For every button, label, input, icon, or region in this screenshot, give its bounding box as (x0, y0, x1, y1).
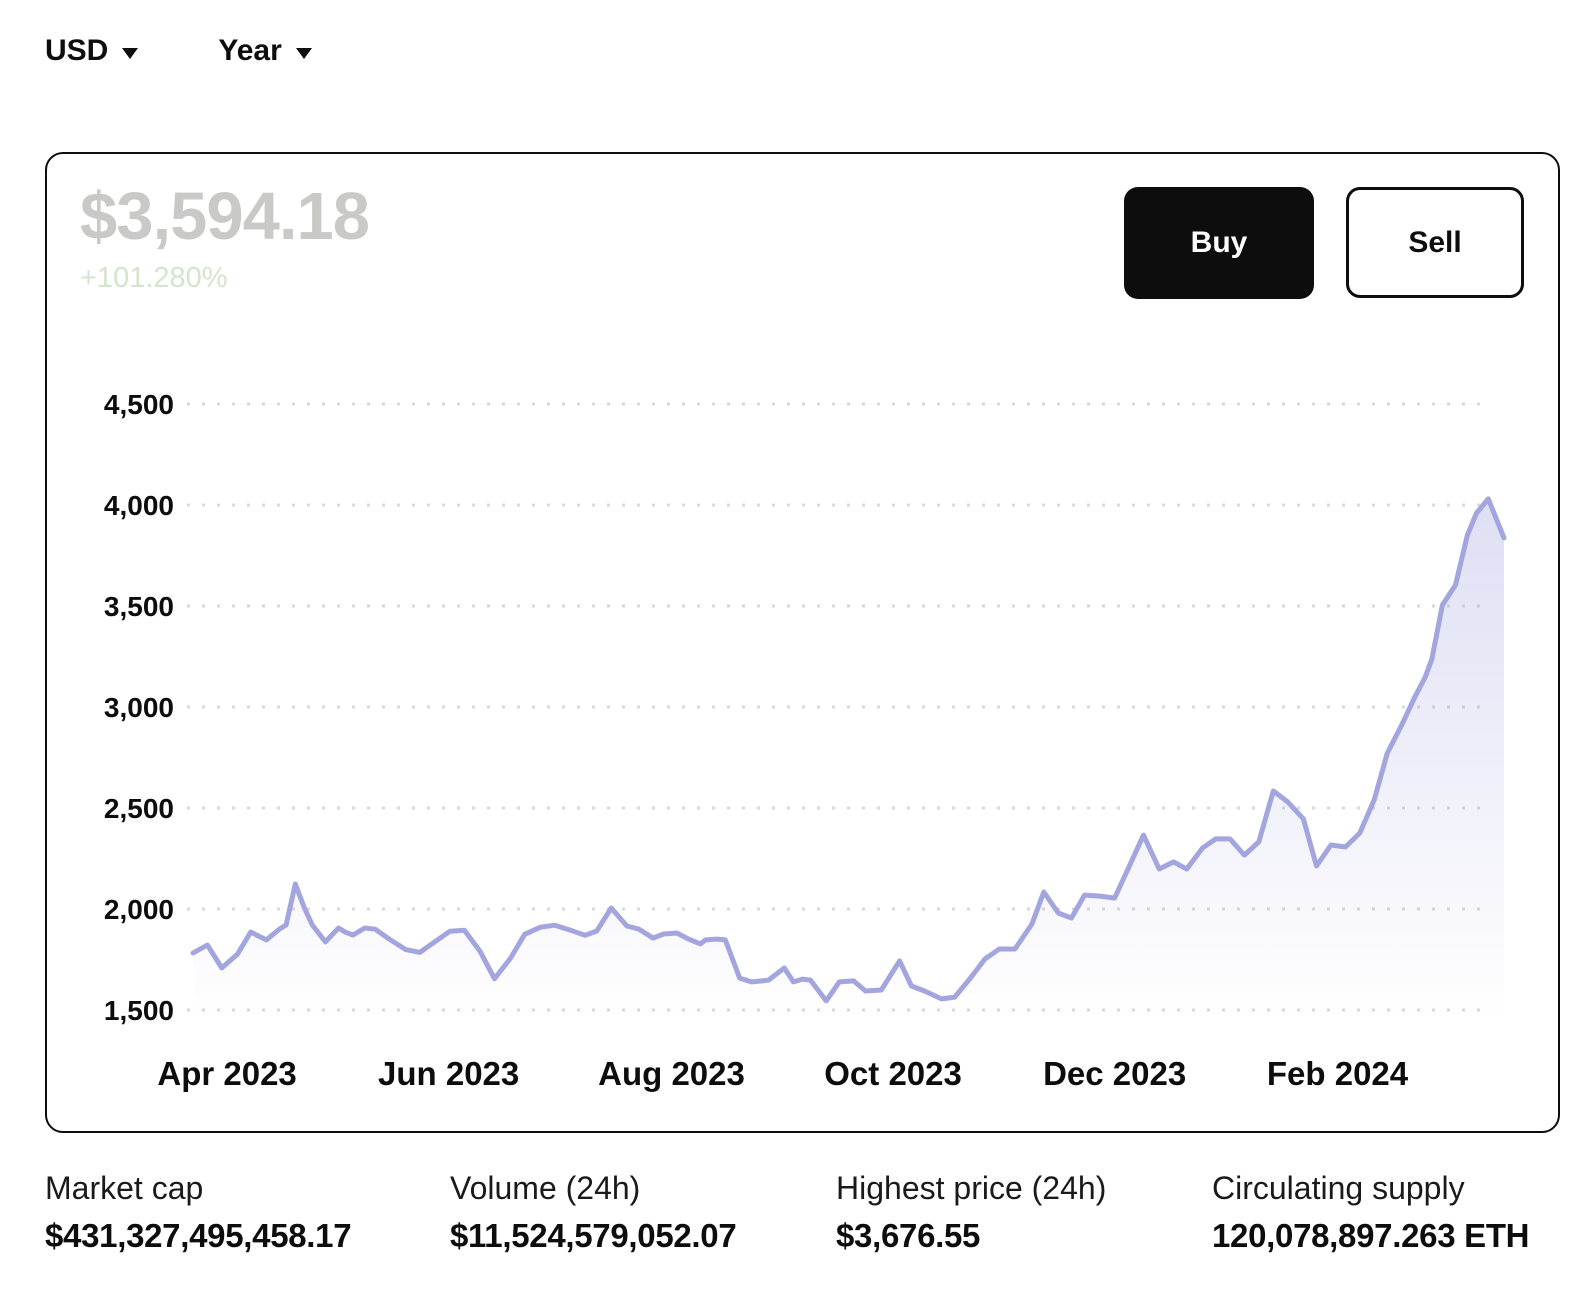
toolbar: USD Year (45, 34, 312, 68)
stat-highest-price-24h: Highest price (24h) $3,676.55 (836, 1170, 1106, 1255)
y-axis-tick-label: 4,500 (104, 389, 174, 420)
y-axis-tick-label: 1,500 (104, 995, 174, 1026)
page: USD Year $3,594.18 +101.280% Buy Sell 4,… (0, 0, 1596, 1292)
y-axis-tick-label: 3,500 (104, 591, 174, 622)
stat-value: $11,524,579,052.07 (450, 1217, 737, 1254)
stat-volume-24h: Volume (24h) $11,524,579,052.07 (450, 1170, 737, 1255)
stat-circulating-supply: Circulating supply 120,078,897.263 ETH (1212, 1170, 1530, 1255)
x-axis-tick-label: Aug 2023 (598, 1055, 745, 1092)
stat-label: Market cap (45, 1170, 204, 1206)
stat-value: $431,327,495,458.17 (45, 1217, 352, 1254)
stat-value: 120,078,897.263 ETH (1212, 1217, 1530, 1254)
stat-market-cap: Market cap $431,327,495,458.17 (45, 1170, 352, 1255)
range-dropdown[interactable]: Year (218, 34, 312, 68)
x-axis-tick-label: Dec 2023 (1043, 1055, 1186, 1092)
y-axis-tick-label: 2,000 (104, 894, 174, 925)
stat-value: $3,676.55 (836, 1217, 981, 1254)
stat-label: Volume (24h) (450, 1170, 641, 1206)
price-chart: 4,500 4,000 3,500 3,000 2,500 2,000 1,500 Apr 2… (104, 389, 1507, 1092)
x-axis-tick-label: Feb 2024 (1267, 1055, 1409, 1092)
x-axis-tick-label: Oct 2023 (824, 1055, 962, 1092)
range-dropdown-label: Year (218, 34, 282, 67)
chevron-down-icon (295, 47, 312, 59)
y-axis-tick-label: 2,500 (104, 793, 174, 824)
x-axis-tick-label: Apr 2023 (157, 1055, 296, 1092)
currency-dropdown-label: USD (45, 34, 109, 67)
price-card: $3,594.18 +101.280% Buy Sell 4,500 4,000 3… (45, 152, 1560, 1133)
stat-label: Highest price (24h) (836, 1170, 1107, 1206)
x-axis-tick-label: Jun 2023 (378, 1055, 519, 1092)
y-axis-tick-label: 4,000 (104, 490, 174, 521)
currency-dropdown[interactable]: USD (45, 34, 139, 68)
chevron-down-icon (122, 47, 139, 59)
y-axis-tick-label: 3,000 (104, 692, 174, 723)
stat-label: Circulating supply (1212, 1170, 1465, 1206)
stats-row: Market cap $431,327,495,458.17 Volume (2… (45, 1170, 1560, 1280)
